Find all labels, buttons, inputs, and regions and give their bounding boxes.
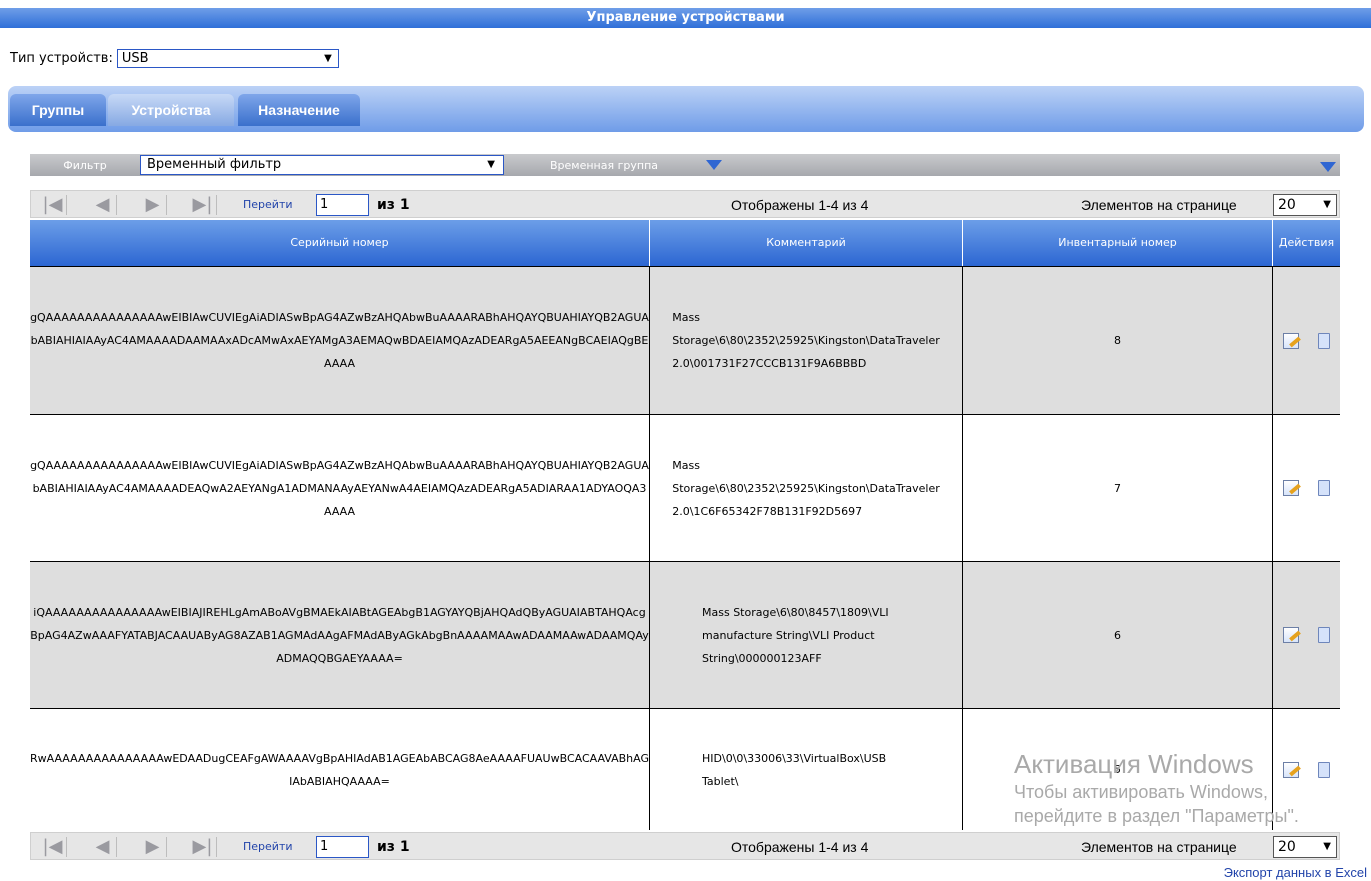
goto-button[interactable]: Перейти (243, 837, 293, 857)
next-page-icon[interactable]: ▶ (139, 837, 167, 857)
shown-range: Отображены 1-4 из 4 (731, 197, 869, 213)
serial-cell: RwAAAAAAAAAAAAAAAwEDAADugCEAFgAWAAAAVgBp… (30, 709, 650, 830)
device-type-select[interactable]: USB ▼ (116, 48, 339, 68)
comment-cell: Mass Storage\6\80\8457\1809\VLI manufact… (650, 562, 963, 708)
tab-assignment[interactable]: Назначение (238, 94, 360, 126)
prev-page-icon[interactable]: ◀ (89, 837, 117, 857)
page-title: Управление устройствами (0, 8, 1371, 28)
device-type-selector: Тип устройств: USB ▼ (10, 48, 339, 68)
serial-cell: iQAAAAAAAAAAAAAAAwEIBIAJIREHLgAmABoAVgBM… (30, 562, 650, 708)
serial-cell: gQAAAAAAAAAAAAAAAwEIBIAwCUVIEgAiADIASwBp… (30, 267, 650, 414)
column-actions: Действия (1278, 236, 1335, 249)
group-label: Временная группа (550, 158, 658, 172)
table-row[interactable]: gQAAAAAAAAAAAAAAAwEIBIAwCUVIEgAiADIASwBp… (30, 266, 1340, 414)
column-inventory[interactable]: Инвентарный номер (963, 220, 1273, 266)
filter-select[interactable]: Временный фильтр ▼ (140, 155, 504, 175)
first-page-icon[interactable]: |◀ (39, 837, 67, 857)
per-page-value: 20 (1278, 839, 1296, 855)
table-header: Серийный номер Комментарий Инвентарный н… (30, 220, 1340, 266)
per-page-select[interactable]: 20 ▼ (1273, 194, 1337, 216)
device-type-value: USB (121, 50, 149, 66)
per-page-select[interactable]: 20 ▼ (1273, 836, 1337, 858)
edit-icon[interactable] (1282, 332, 1299, 349)
comment-cell: Mass Storage\6\80\2352\25925\Kingston\Da… (650, 267, 963, 414)
shown-range: Отображены 1-4 из 4 (731, 839, 869, 855)
delete-icon[interactable] (1318, 627, 1331, 643)
next-page-icon[interactable]: ▶ (139, 195, 167, 215)
chevron-down-icon: ▼ (1323, 199, 1331, 210)
tab-groups[interactable]: Группы (10, 94, 106, 126)
chevron-down-icon: ▼ (1323, 841, 1331, 852)
chevron-down-icon: ▼ (487, 159, 495, 170)
goto-button[interactable]: Перейти (243, 195, 293, 215)
page-count: из 1 (377, 197, 410, 213)
comment-cell: HID\0\0\33006\33\VirtualBox\USB Tablet\ (650, 709, 963, 830)
actions-cell (1273, 415, 1340, 561)
watermark-line: перейдите в раздел "Параметры". (1014, 806, 1299, 826)
per-page-value: 20 (1278, 197, 1296, 213)
watermark-title: Активация Windows (1014, 749, 1254, 779)
filter-label: Фильтр (63, 158, 107, 172)
last-page-icon[interactable]: ▶| (189, 837, 217, 857)
comment-cell: Mass Storage\6\80\2352\25925\Kingston\Da… (650, 415, 963, 561)
table-row[interactable]: iQAAAAAAAAAAAAAAAwEIBIAJIREHLgAmABoAVgBM… (30, 561, 1340, 708)
pager-top: |◀ ◀ ▶ ▶| Перейти 1 из 1 Отображены 1-4 … (30, 190, 1340, 218)
tabs-bar: Группы Устройства Назначение (8, 86, 1364, 132)
delete-icon[interactable] (1318, 761, 1331, 778)
last-page-icon[interactable]: ▶| (189, 195, 217, 215)
group-dropdown-icon[interactable] (706, 160, 722, 170)
tab-devices[interactable]: Устройства (108, 94, 234, 126)
first-page-icon[interactable]: |◀ (39, 195, 67, 215)
filter-value: Временный фильтр (147, 157, 282, 172)
table-row[interactable]: gQAAAAAAAAAAAAAAAwEIBIAwCUVIEgAiADIASwBp… (30, 414, 1340, 561)
delete-icon[interactable] (1318, 480, 1331, 496)
column-serial[interactable]: Серийный номер (30, 220, 650, 266)
serial-cell: gQAAAAAAAAAAAAAAAwEIBIAwCUVIEgAiADIASwBp… (30, 415, 650, 561)
inventory-cell: 6 (963, 562, 1273, 708)
inventory-cell: 7 (963, 415, 1273, 561)
chevron-down-icon: ▼ (324, 52, 332, 64)
filter-bar: Фильтр Временный фильтр ▼ Временная груп… (30, 154, 1340, 176)
prev-page-icon[interactable]: ◀ (89, 195, 117, 215)
actions-cell (1273, 267, 1340, 414)
delete-icon[interactable] (1318, 332, 1331, 349)
edit-icon[interactable] (1282, 627, 1299, 643)
column-comment[interactable]: Комментарий (650, 220, 963, 266)
devices-table: Серийный номер Комментарий Инвентарный н… (30, 220, 1340, 830)
page-input[interactable]: 1 (316, 194, 369, 216)
actions-cell (1273, 562, 1340, 708)
per-page-label: Элементов на странице (1081, 197, 1237, 213)
device-type-label: Тип устройств: (10, 50, 113, 66)
windows-activation-watermark: Активация Windows Чтобы активировать Win… (1014, 748, 1299, 828)
inventory-cell: 8 (963, 267, 1273, 414)
page-count: из 1 (377, 839, 410, 855)
export-excel-link[interactable]: Экспорт данных в Excel (1224, 865, 1367, 880)
page-input[interactable]: 1 (316, 836, 369, 858)
collapse-icon[interactable] (1320, 162, 1336, 172)
watermark-line: Чтобы активировать Windows, (1014, 782, 1268, 802)
per-page-label: Элементов на странице (1081, 839, 1237, 855)
pager-bottom: |◀ ◀ ▶ ▶| Перейти 1 из 1 Отображены 1-4 … (30, 832, 1340, 860)
edit-icon[interactable] (1282, 480, 1299, 496)
